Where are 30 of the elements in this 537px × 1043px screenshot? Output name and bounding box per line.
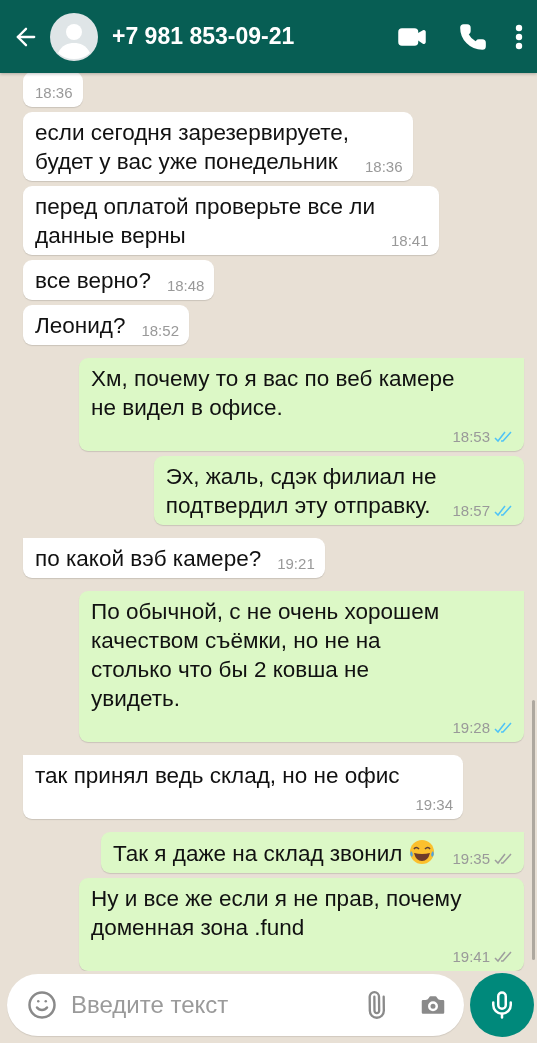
contact-title[interactable]: +7 981 853-09-21	[112, 23, 387, 50]
message-time: 19:34	[415, 796, 453, 814]
message-time: 19:41	[452, 948, 490, 966]
message-text: Леонид?	[35, 312, 126, 340]
message-field[interactable]: Введите текст	[7, 974, 464, 1036]
more-icon	[515, 23, 523, 50]
message-time: 19:21	[277, 555, 315, 573]
message-time: 18:41	[391, 232, 429, 250]
message-input-field[interactable]: Введите текст	[69, 990, 350, 1020]
avatar-icon	[50, 12, 98, 61]
message-text: По обычной, с не очень хорошем качеством съёмки, но не на столько что бы 2 ковша не увидеть.	[91, 598, 440, 713]
message-time: 18:57	[452, 502, 490, 520]
message-text: если сегодня зарезервируете, будет у вас уже понедельник	[35, 119, 349, 176]
message-text: по какой вэб камере?	[35, 545, 262, 573]
message-time: 18:36	[365, 158, 403, 176]
emoji-icon[interactable]	[27, 990, 57, 1020]
message-time: 18:53	[452, 428, 490, 446]
message-text: все верно?	[35, 267, 151, 295]
message-text: Так я даже на склад звонил	[113, 838, 437, 868]
message-time: 18:36	[35, 84, 73, 102]
message-time: 18:48	[166, 277, 205, 295]
message-text: Эх, жаль, сдэк филиал не подтвердил эту отправку.	[165, 463, 437, 520]
message-time: 19:35	[452, 850, 490, 868]
message-text: Хм, почему то я вас по веб камере не видел в офисе.	[91, 365, 455, 422]
message-time: 19:28	[452, 719, 490, 737]
message-text: Ну и все же если я не прав, почему доменная зона .fund	[91, 885, 462, 942]
message-text: так принял ведь склад, но не офис	[35, 762, 400, 790]
phone-icon	[459, 22, 487, 51]
message-time: 18:52	[141, 322, 179, 340]
message-text: перед оплатой проверьте все ли данные верны	[35, 193, 375, 250]
